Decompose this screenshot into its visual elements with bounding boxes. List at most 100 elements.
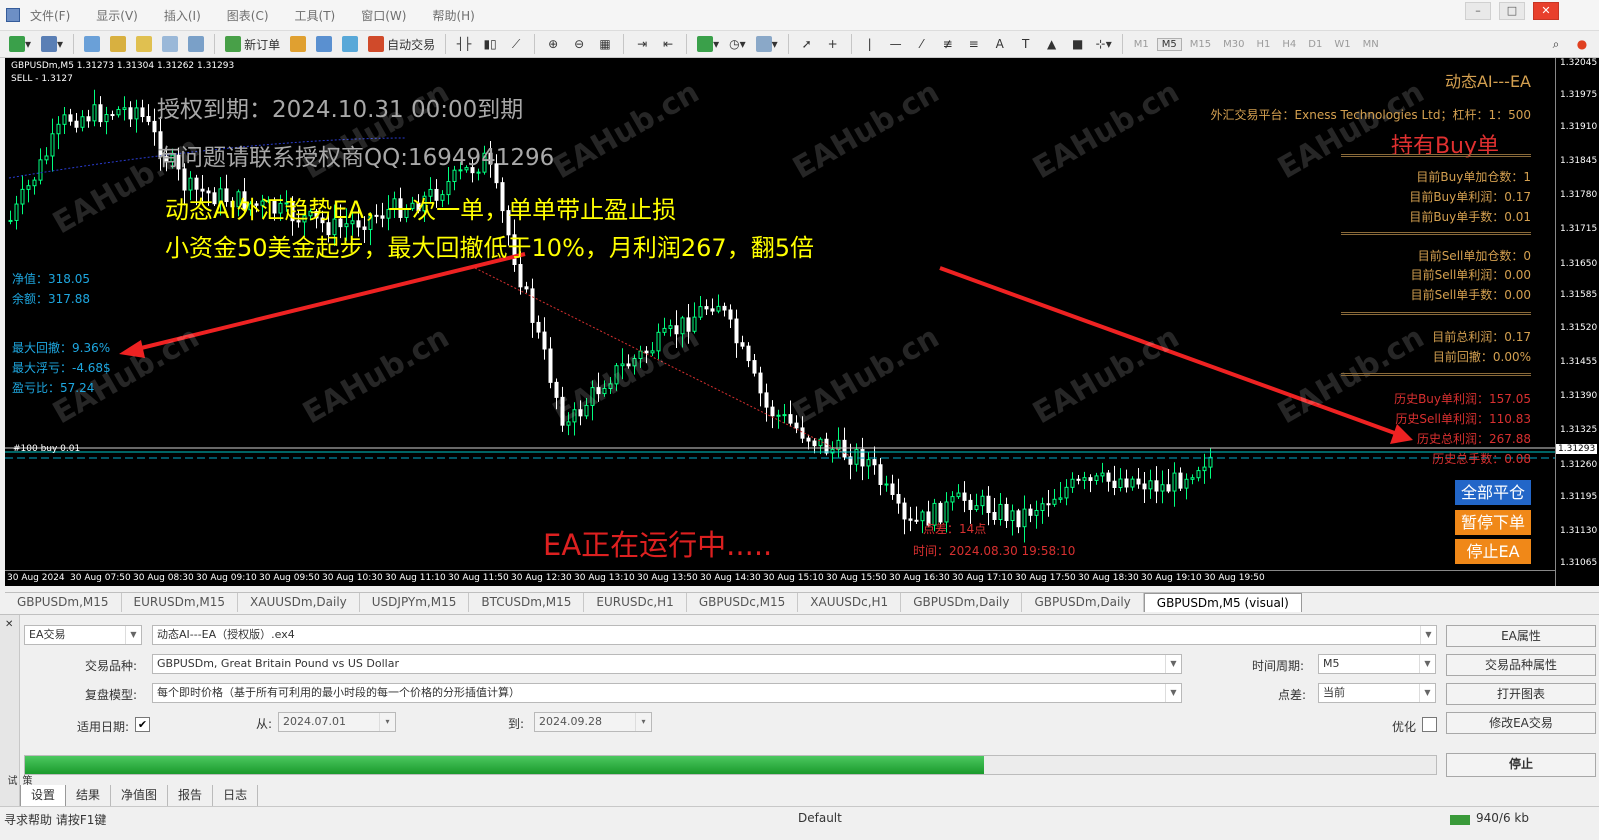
tab-report[interactable]: 报告 <box>168 785 214 807</box>
ea-properties-button[interactable]: EA属性 <box>1446 625 1596 647</box>
timeframe-m15[interactable]: M15 <box>1186 39 1215 50</box>
time-tick: 30 Aug 17:50 <box>1015 573 1076 583</box>
text-tool-button[interactable]: A <box>989 33 1011 55</box>
spread-select-value: 当前 <box>1323 686 1345 699</box>
timeframe-h4[interactable]: H4 <box>1278 39 1300 50</box>
signals-button[interactable] <box>313 33 335 55</box>
use-date-checkbox[interactable]: ✔ <box>135 717 150 732</box>
timeframe-mn[interactable]: MN <box>1359 39 1383 50</box>
timeframe-m30[interactable]: M30 <box>1219 39 1248 50</box>
new-order-button[interactable]: 新订单 <box>222 33 283 55</box>
menu-insert[interactable]: 插入(I) <box>164 7 201 24</box>
market-watch-button[interactable] <box>81 33 103 55</box>
community-button[interactable] <box>339 33 361 55</box>
optimize-checkbox[interactable] <box>1422 717 1437 732</box>
cursor-button[interactable]: ➚ <box>796 33 818 55</box>
stop-ea-button[interactable]: 停止EA <box>1455 539 1531 564</box>
timeframe-d1[interactable]: D1 <box>1304 39 1326 50</box>
menu-tools[interactable]: 工具(T) <box>295 7 336 24</box>
navigator-button[interactable] <box>133 33 155 55</box>
timeframe-m1[interactable]: M1 <box>1130 39 1153 50</box>
periods-button[interactable]: ◷ ▾ <box>726 33 749 55</box>
symbol-properties-button[interactable]: 交易品种属性 <box>1446 654 1596 676</box>
indicators-button[interactable]: ▾ <box>694 33 722 55</box>
menu-window[interactable]: 窗口(W) <box>361 7 406 24</box>
symbol-select[interactable]: GBPUSDm, Great Britain Pound vs US Dolla… <box>152 654 1182 674</box>
chart-tab[interactable]: BTCUSDm,M15 <box>469 593 585 612</box>
stop-test-button[interactable]: 停止 <box>1446 753 1596 777</box>
maximize-icon[interactable]: □ <box>1499 2 1525 20</box>
chart-tab[interactable]: XAUUSDm,Daily <box>238 593 360 612</box>
trendline-button[interactable]: ⁄ <box>911 33 933 55</box>
shapes-button[interactable]: ■ <box>1067 33 1089 55</box>
modify-ea-button[interactable]: 修改EA交易 <box>1446 712 1596 734</box>
menu-view[interactable]: 显示(V) <box>96 7 138 24</box>
metaeditor-button[interactable] <box>287 33 309 55</box>
search-button[interactable]: ⌕ <box>1545 33 1567 55</box>
price-chart[interactable]: EAHub.cn EAHub.cn EAHub.cn EAHub.cn EAHu… <box>5 58 1599 586</box>
profiles-button[interactable]: ▾ <box>38 33 66 55</box>
line-chart-button[interactable]: ⟋ <box>505 33 527 55</box>
from-date-field[interactable]: 2024.07.01 ▾ <box>278 712 396 732</box>
chart-tab[interactable]: GBPUSDm,M15 <box>5 593 122 612</box>
candle-body <box>914 519 919 522</box>
menu-help[interactable]: 帮助(H) <box>432 7 474 24</box>
chart-tab[interactable]: GBPUSDm,Daily <box>901 593 1023 612</box>
arrows-button[interactable]: ▲ <box>1041 33 1063 55</box>
tab-journal[interactable]: 日志 <box>213 785 259 807</box>
to-date-field[interactable]: 2024.09.28 ▾ <box>534 712 652 732</box>
candle-body <box>698 306 703 318</box>
tester-button[interactable] <box>185 33 207 55</box>
auto-trading-button[interactable]: 自动交易 <box>365 33 438 55</box>
chart-tab[interactable]: GBPUSDm,Daily <box>1022 593 1144 612</box>
chart-tab[interactable]: USDJPYm,M15 <box>360 593 470 612</box>
notifications-button[interactable]: ● <box>1571 33 1593 55</box>
chart-tab[interactable]: EURUSDm,M15 <box>122 593 239 612</box>
data-window-button[interactable] <box>107 33 129 55</box>
menu-file[interactable]: 文件(F) <box>30 7 70 24</box>
chart-tab[interactable]: GBPUSDc,M15 <box>687 593 799 612</box>
new-chart-button[interactable]: ▾ <box>6 33 34 55</box>
tab-results[interactable]: 结果 <box>66 785 112 807</box>
templates-icon <box>755 36 772 52</box>
tester-type-select[interactable]: EA交易 ▼ <box>24 625 142 645</box>
timeframe-h1[interactable]: H1 <box>1252 39 1274 50</box>
zoom-out-button[interactable]: ⊖ <box>568 33 590 55</box>
text-label-button[interactable]: T <box>1015 33 1037 55</box>
platform-info: 外汇交易平台：Exness Technologies Ltd；杠杆：1：500 <box>1210 108 1531 122</box>
close-icon[interactable]: ✕ <box>5 619 13 630</box>
timeframe-w1[interactable]: W1 <box>1330 39 1354 50</box>
minimize-icon[interactable]: – <box>1465 2 1491 20</box>
close-icon[interactable]: ✕ <box>1533 2 1559 20</box>
tile-windows-button[interactable]: ▦ <box>594 33 616 55</box>
chart-tab-active[interactable]: GBPUSDm,M5 (visual) <box>1143 593 1302 612</box>
channel-button[interactable]: ≢ <box>937 33 959 55</box>
zoom-in-button[interactable]: ⊕ <box>542 33 564 55</box>
model-select[interactable]: 每个即时价格（基于所有可利用的最小时段的每一个价格的分形插值计算） ▼ <box>152 683 1182 703</box>
open-chart-button[interactable]: 打开图表 <box>1446 683 1596 705</box>
period-select[interactable]: M5 ▼ <box>1318 654 1436 674</box>
tab-equity-graph[interactable]: 净值图 <box>111 785 169 807</box>
ea-select[interactable]: 动态AI---EA（授权版）.ex4 ▼ <box>152 625 1437 645</box>
chart-tab[interactable]: XAUUSDc,H1 <box>798 593 902 612</box>
candle-chart-button[interactable]: ▮▯ <box>479 33 501 55</box>
close-all-button[interactable]: 全部平仓 <box>1455 480 1531 505</box>
more-tools-button[interactable]: ⊹ ▾ <box>1093 33 1115 55</box>
candle-body <box>1142 483 1147 490</box>
menu-charts[interactable]: 图表(C) <box>227 7 269 24</box>
crosshair-button[interactable]: + <box>822 33 844 55</box>
auto-scroll-button[interactable]: ⇥ <box>631 33 653 55</box>
horizontal-line-button[interactable]: — <box>885 33 907 55</box>
annotation-arrow <box>939 266 1401 437</box>
terminal-button[interactable] <box>159 33 181 55</box>
pause-orders-button[interactable]: 暂停下单 <box>1455 510 1531 535</box>
chart-shift-button[interactable]: ⇤ <box>657 33 679 55</box>
timeframe-m5[interactable]: M5 <box>1156 37 1182 51</box>
fibonacci-button[interactable]: ≡ <box>963 33 985 55</box>
vertical-line-button[interactable]: | <box>859 33 881 55</box>
bar-chart-button[interactable]: ┤├ <box>453 33 475 55</box>
chart-tab[interactable]: EURUSDc,H1 <box>584 593 687 612</box>
spread-select[interactable]: 当前 ▼ <box>1318 683 1436 703</box>
tab-settings[interactable]: 设置 <box>20 785 67 807</box>
templates-button[interactable]: ▾ <box>753 33 781 55</box>
